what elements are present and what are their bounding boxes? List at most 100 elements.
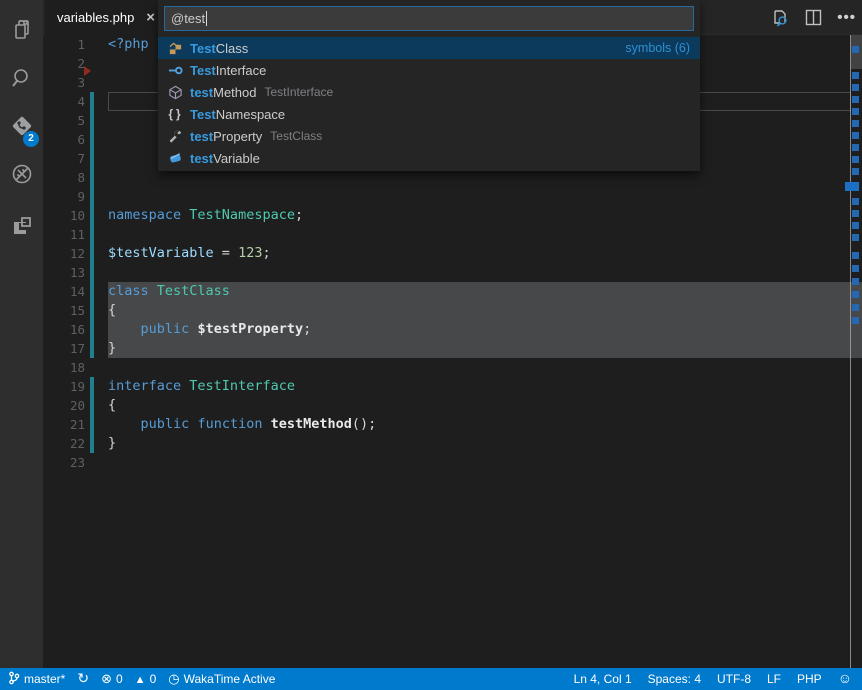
class-symbol-icon — [167, 40, 183, 56]
code-line[interactable]: 23 — [43, 453, 862, 472]
modified-lines-bar — [90, 92, 94, 358]
clock-icon: ◷ — [168, 672, 179, 686]
status-item-master-[interactable]: master* — [8, 671, 65, 688]
status-item-wakatime-active[interactable]: ◷WakaTime Active — [168, 672, 275, 686]
more-actions-icon[interactable]: ••• — [837, 13, 856, 23]
overview-mark — [852, 46, 859, 53]
code-line[interactable]: 10 namespace TestNamespace; — [43, 206, 862, 225]
status-item-php[interactable]: PHP — [797, 672, 822, 686]
status-item-0[interactable]: ⊗0 — [101, 672, 123, 686]
line-number: 4 — [43, 92, 85, 111]
overview-mark — [852, 317, 859, 324]
sidebar-item-search[interactable] — [0, 56, 43, 104]
line-number: 7 — [43, 149, 85, 168]
split-editor-icon[interactable] — [804, 8, 823, 27]
namespace-symbol-icon: { } — [167, 106, 183, 122]
line-content: } — [108, 339, 116, 358]
code-line[interactable]: 13 — [43, 263, 862, 282]
status-label: 0 — [150, 672, 157, 686]
status-item-ln-4-col-1[interactable]: Ln 4, Col 1 — [574, 672, 632, 686]
debug-icon — [9, 161, 35, 192]
sidebar-item-debug[interactable] — [0, 152, 43, 200]
line-content: namespace TestNamespace; — [108, 206, 303, 225]
line-number: 15 — [43, 301, 85, 320]
code-line[interactable]: 16 public $testProperty; — [43, 320, 862, 339]
overview-mark — [845, 182, 859, 191]
symbol-name: testVariable — [190, 151, 260, 166]
code-line[interactable]: 12$testVariable = 123; — [43, 244, 862, 263]
code-line[interactable]: 17} — [43, 339, 862, 358]
line-content: { — [108, 396, 116, 415]
code-line[interactable]: 21 public function testMethod(); — [43, 415, 862, 434]
code-line[interactable]: 22} — [43, 434, 862, 453]
overview-mark — [852, 120, 859, 127]
status-item-sync[interactable]: ↻ — [77, 672, 89, 686]
editor-actions: ••• — [770, 0, 856, 35]
line-number: 20 — [43, 396, 85, 415]
line-number: 3 — [43, 73, 85, 92]
line-number: 16 — [43, 320, 85, 339]
line-content: <?php — [108, 35, 149, 54]
status-bar-right: Ln 4, Col 1 Spaces: 4 UTF-8 LF PHP ☺ — [574, 672, 852, 686]
result-group-badge: symbols (6) — [625, 41, 690, 55]
status-item-utf-8[interactable]: UTF-8 — [717, 672, 751, 686]
interface-symbol-icon — [167, 62, 183, 78]
overview-mark — [852, 252, 859, 259]
sidebar-item-source-control[interactable]: 2 — [0, 104, 43, 152]
tab-variables-php[interactable]: variables.php × — [45, 0, 163, 35]
activity-bar: 2 — [0, 0, 43, 668]
line-number: 22 — [43, 434, 85, 453]
quick-open-result-TestClass[interactable]: TestClasssymbols (6) — [158, 37, 700, 59]
tab-label: variables.php — [57, 10, 140, 25]
symbol-name: testMethod — [190, 85, 257, 100]
status-label: Spaces: 4 — [648, 672, 701, 686]
code-line[interactable]: 20 { — [43, 396, 862, 415]
status-item-lf[interactable]: LF — [767, 672, 781, 686]
status-item-spaces-4[interactable]: Spaces: 4 — [648, 672, 701, 686]
overview-ruler-border — [850, 35, 851, 668]
line-number: 5 — [43, 111, 85, 130]
status-label: 0 — [116, 672, 123, 686]
extensions-icon — [9, 213, 35, 244]
quick-open-query: @test — [171, 11, 205, 26]
line-number: 8 — [43, 168, 85, 187]
quick-open-result-testVariable[interactable]: testVariable — [158, 147, 700, 169]
close-icon[interactable]: × — [146, 9, 155, 26]
code-line[interactable]: 14class TestClass — [43, 282, 862, 301]
status-item-0[interactable]: ▲0 — [135, 672, 157, 686]
line-number: 10 — [43, 206, 85, 225]
text-cursor — [206, 11, 207, 26]
quick-open-result-TestInterface[interactable]: TestInterface — [158, 59, 700, 81]
error-gutter-marker — [84, 66, 91, 76]
status-item-smiley[interactable]: ☺ — [838, 672, 852, 686]
code-line[interactable]: 18 — [43, 358, 862, 377]
smiley-icon: ☺ — [838, 672, 852, 686]
variable-symbol-icon — [167, 150, 183, 166]
sidebar-item-explorer[interactable] — [0, 8, 43, 56]
overview-mark — [852, 304, 859, 311]
symbol-container: TestInterface — [265, 85, 334, 99]
line-number: 6 — [43, 130, 85, 149]
code-line[interactable]: 9 — [43, 187, 862, 206]
search-icon — [9, 65, 35, 96]
line-content: public $testProperty; — [108, 320, 311, 339]
status-label: Ln 4, Col 1 — [574, 672, 632, 686]
symbol-name: TestInterface — [190, 63, 266, 78]
symbol-name: TestNamespace — [190, 107, 285, 122]
code-line[interactable]: 19interface TestInterface — [43, 377, 862, 396]
quick-open-input[interactable]: @test — [164, 6, 694, 31]
open-preview-icon[interactable] — [770, 8, 790, 28]
code-line[interactable]: 11 — [43, 225, 862, 244]
overview-mark — [852, 234, 859, 241]
sidebar-item-extensions[interactable] — [0, 204, 43, 252]
quick-open-result-testMethod[interactable]: testMethod TestInterface — [158, 81, 700, 103]
code-line[interactable]: 15 { — [43, 301, 862, 320]
line-content: public function testMethod(); — [108, 415, 376, 434]
overview-mark — [852, 72, 859, 79]
overview-mark — [852, 144, 859, 151]
property-symbol-icon — [167, 128, 183, 144]
line-content: { — [108, 301, 116, 320]
quick-open-result-testProperty[interactable]: testPropertyTestClass — [158, 125, 700, 147]
quick-open-result-TestNamespace[interactable]: { } TestNamespace — [158, 103, 700, 125]
warning-icon: ▲ — [135, 672, 146, 686]
